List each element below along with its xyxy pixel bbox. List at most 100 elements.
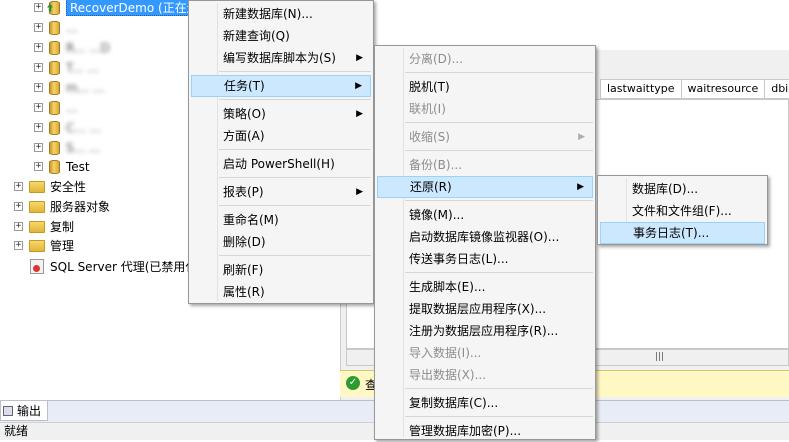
menu-item-mirror[interactable]: 镜像(M)...	[377, 204, 593, 226]
tree-node-management[interactable]: + 管理	[14, 236, 74, 255]
tree-node-replication[interactable]: + 复制	[14, 217, 74, 236]
folder-icon	[29, 180, 45, 193]
expand-icon[interactable]: +	[34, 23, 43, 32]
menu-separator	[405, 272, 593, 273]
tree-node-label[interactable]: m... ...	[66, 81, 104, 95]
expand-icon[interactable]: +	[34, 63, 43, 72]
expand-icon[interactable]: +	[14, 241, 23, 250]
tree-node-label[interactable]: T... ...	[66, 61, 99, 75]
menu-separator	[219, 71, 371, 72]
tree-node-label[interactable]: Test	[66, 160, 90, 174]
menu-separator	[219, 177, 371, 178]
tree-node-db-test[interactable]: + Test	[34, 157, 90, 176]
expand-icon[interactable]: +	[34, 143, 43, 152]
menu-item-rename[interactable]: 重命名(M)	[191, 209, 371, 231]
expand-icon[interactable]: +	[34, 103, 43, 112]
menu-item-export-data[interactable]: 导出数据(X)...	[377, 364, 593, 386]
expand-icon[interactable]: +	[14, 182, 23, 191]
menu-item-shrink[interactable]: 收缩(S) ▶	[377, 126, 593, 148]
menu-item-properties[interactable]: 属性(R)	[191, 281, 371, 303]
menu-item-bring-online[interactable]: 联机(I)	[377, 98, 593, 120]
status-text: 就绪	[4, 424, 29, 438]
database-icon	[49, 120, 60, 135]
tree-node-label[interactable]: 复制	[50, 218, 74, 235]
menu-item-new-database[interactable]: 新建数据库(N)...	[191, 3, 371, 25]
menu-item-restore-database[interactable]: 数据库(D)...	[600, 178, 765, 200]
menu-item-detach[interactable]: 分离(D)...	[377, 48, 593, 70]
context-menu-restore: 数据库(D)... 文件和文件组(F)... 事务日志(T)...	[597, 175, 768, 245]
tree-node-db[interactable]: + T... ...	[34, 58, 99, 77]
database-icon	[49, 40, 60, 55]
menu-item-restore[interactable]: 还原(R) ▶	[377, 176, 593, 198]
tree-node-label[interactable]: RecoverDemo (正在还	[66, 0, 203, 16]
sql-agent-icon	[30, 259, 44, 274]
menu-item-ship-transaction-logs[interactable]: 传送事务日志(L)...	[377, 248, 593, 270]
tree-node-label[interactable]: 管理	[50, 237, 74, 254]
menu-item-start-powershell[interactable]: 启动 PowerShell(H)	[191, 153, 371, 175]
tree-node-db[interactable]: + ...	[34, 18, 77, 37]
menu-item-script-database-as[interactable]: 编写数据库脚本为(S) ▶	[191, 47, 371, 69]
expand-icon[interactable]: +	[34, 43, 43, 52]
column-header[interactable]: lastwaittype	[601, 80, 682, 98]
menu-item-restore-transaction-log[interactable]: 事务日志(T)...	[600, 222, 765, 244]
tab-output[interactable]: 输出	[0, 401, 49, 421]
expand-icon[interactable]: +	[14, 202, 23, 211]
tree-node-db[interactable]: + m... ...	[34, 78, 104, 97]
tree-node-security[interactable]: + 安全性	[14, 177, 86, 196]
expand-icon[interactable]: +	[34, 162, 43, 171]
menu-separator	[219, 205, 371, 206]
tree-node-label[interactable]: R... ...D	[66, 41, 110, 55]
menu-item-delete[interactable]: 删除(D)	[191, 231, 371, 253]
tree-node-label[interactable]: C... ...	[66, 121, 101, 135]
tree-node-server-objects[interactable]: + 服务器对象	[14, 197, 110, 216]
submenu-arrow-icon: ▶	[356, 53, 363, 63]
expand-icon[interactable]: +	[34, 123, 43, 132]
menu-item-manage-database-encryption[interactable]: 管理数据库加密(P)...	[377, 420, 593, 442]
database-icon	[49, 80, 60, 95]
menu-separator	[405, 122, 593, 123]
tree-node-db[interactable]: + ...	[34, 98, 77, 117]
menu-item-refresh[interactable]: 刷新(F)	[191, 259, 371, 281]
results-grid-header: lastwaittype waitresource dbid	[600, 79, 789, 99]
tree-node-selected-db[interactable]: + RecoverDemo (正在还	[34, 0, 203, 17]
folder-icon	[29, 220, 45, 233]
tree-node-sql-agent[interactable]: SQL Server 代理(已禁用代	[30, 257, 197, 276]
column-header[interactable]: waitresource	[682, 80, 766, 98]
tree-node-db[interactable]: + R... ...D	[34, 38, 110, 57]
tree-node-db[interactable]: + S... ...	[34, 138, 100, 157]
menu-item-generate-scripts[interactable]: 生成脚本(E)...	[377, 276, 593, 298]
tree-node-label[interactable]: 安全性	[50, 178, 86, 195]
tree-node-db[interactable]: + C... ...	[34, 118, 101, 137]
menu-item-reports[interactable]: 报表(P) ▶	[191, 181, 371, 203]
menu-item-restore-files-filegroups[interactable]: 文件和文件组(F)...	[600, 200, 765, 222]
menu-item-import-data[interactable]: 导入数据(I)...	[377, 342, 593, 364]
menu-item-extract-data-tier-app[interactable]: 提取数据层应用程序(X)...	[377, 298, 593, 320]
expand-icon[interactable]: +	[34, 83, 43, 92]
tree-node-label[interactable]: ...	[66, 21, 77, 35]
column-header[interactable]: dbid	[765, 80, 789, 98]
menu-item-facets[interactable]: 方面(A)	[191, 125, 371, 147]
menu-item-take-offline[interactable]: 脱机(T)	[377, 76, 593, 98]
menu-item-launch-mirroring-monitor[interactable]: 启动数据库镜像监视器(O)...	[377, 226, 593, 248]
database-icon	[49, 20, 60, 35]
menu-item-copy-database[interactable]: 复制数据库(C)...	[377, 392, 593, 414]
output-icon	[3, 405, 13, 416]
tree-node-label[interactable]: 服务器对象	[50, 198, 110, 215]
tree-node-label[interactable]: ...	[66, 101, 77, 115]
tree-node-label[interactable]: S... ...	[66, 141, 100, 155]
database-icon	[49, 60, 60, 75]
menu-item-policies[interactable]: 策略(O) ▶	[191, 103, 371, 125]
submenu-arrow-icon: ▶	[578, 132, 585, 142]
scrollbar-grip-icon: |||	[655, 352, 665, 362]
database-icon	[49, 0, 60, 15]
tree-node-label[interactable]: SQL Server 代理(已禁用代	[50, 258, 197, 275]
menu-item-register-data-tier-app[interactable]: 注册为数据层应用程序(R)...	[377, 320, 593, 342]
expand-icon[interactable]: +	[14, 222, 23, 231]
menu-separator	[405, 72, 593, 73]
menu-item-backup[interactable]: 备份(B)...	[377, 154, 593, 176]
expand-icon[interactable]: +	[34, 3, 43, 12]
menu-item-new-query[interactable]: 新建查询(Q)	[191, 25, 371, 47]
menu-item-tasks[interactable]: 任务(T) ▶	[191, 75, 371, 97]
tab-label: 输出	[17, 404, 42, 418]
context-menu-tasks: 分离(D)... 脱机(T) 联机(I) 收缩(S) ▶ 备份(B)... 还原(…	[374, 45, 596, 440]
